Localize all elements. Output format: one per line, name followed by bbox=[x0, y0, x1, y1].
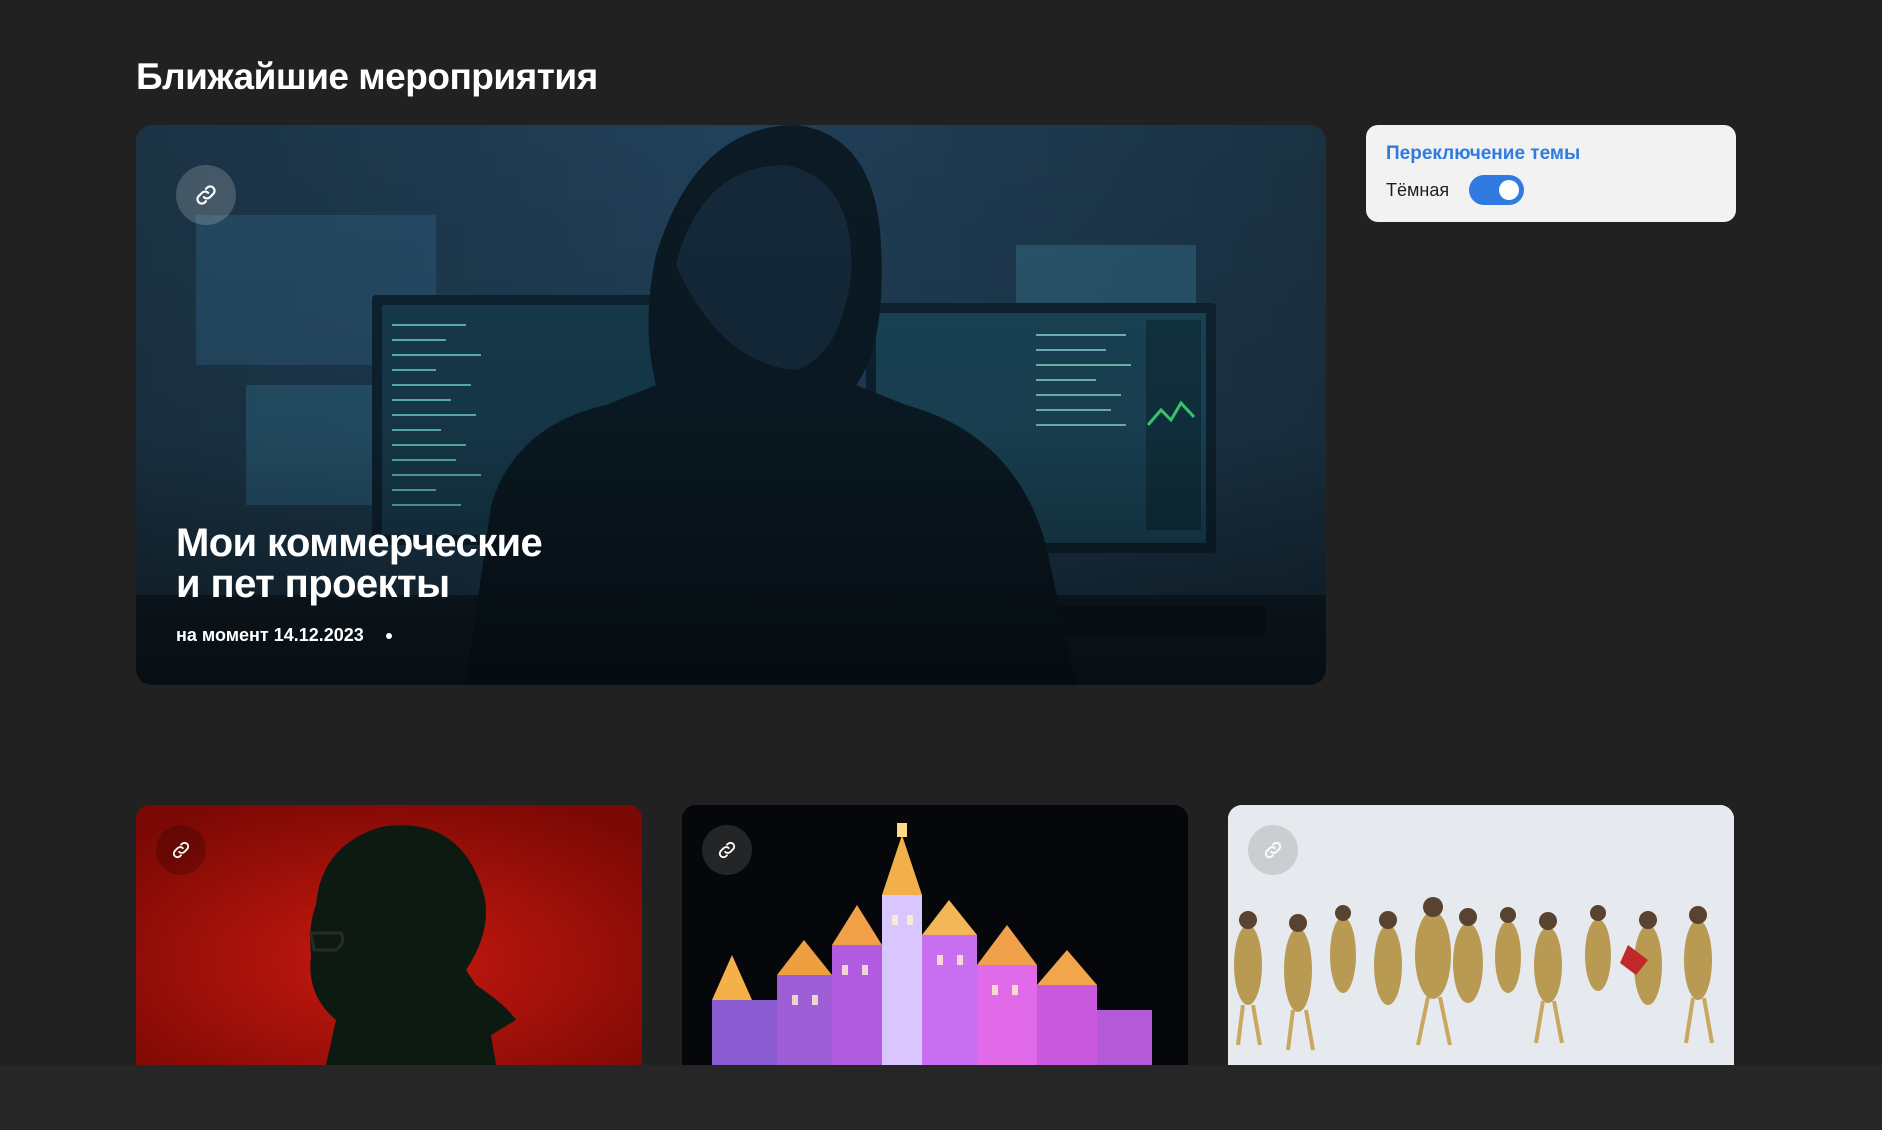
page: Ближайшие мероприятия Мои коммерческие и… bbox=[0, 0, 1882, 1130]
event-card-portrait[interactable] bbox=[136, 805, 642, 1065]
link-icon bbox=[196, 185, 216, 205]
event-image-portrait bbox=[136, 805, 642, 1065]
card-link-button[interactable] bbox=[702, 825, 752, 875]
dot-separator bbox=[385, 632, 392, 639]
link-icon bbox=[172, 841, 190, 859]
card-link-button[interactable] bbox=[156, 825, 206, 875]
featured-title-line-2: и пет проекты bbox=[176, 562, 450, 606]
event-image-dancers bbox=[1228, 805, 1734, 1065]
section-title: Ближайшие мероприятия bbox=[136, 56, 598, 97]
featured-event-meta: на момент 14.12.2023 bbox=[176, 625, 392, 646]
featured-event-card[interactable]: Мои коммерческие и пет проекты на момент… bbox=[136, 125, 1326, 685]
link-icon bbox=[1264, 841, 1282, 859]
theme-switcher-row: Тёмная bbox=[1386, 175, 1716, 205]
theme-label: Тёмная bbox=[1386, 179, 1450, 200]
bottom-bar bbox=[0, 1065, 1882, 1130]
theme-toggle[interactable] bbox=[1469, 175, 1525, 205]
theme-switcher-title: Переключение темы bbox=[1386, 143, 1581, 164]
featured-event-title[interactable]: Мои коммерческие и пет проекты bbox=[176, 523, 696, 605]
featured-title-line-1: Мои коммерческие bbox=[176, 521, 543, 565]
link-icon bbox=[718, 841, 736, 859]
event-card-castle[interactable] bbox=[682, 805, 1188, 1065]
event-card-dancers[interactable] bbox=[1228, 805, 1734, 1065]
toggle-knob bbox=[1499, 180, 1520, 200]
card-link-button[interactable] bbox=[1248, 825, 1298, 875]
event-image-castle bbox=[682, 805, 1188, 1065]
featured-link-button[interactable] bbox=[176, 165, 236, 225]
theme-switcher-panel: Переключение темы Тёмная bbox=[1366, 125, 1736, 222]
featured-event-date: на момент 14.12.2023 bbox=[176, 625, 364, 645]
